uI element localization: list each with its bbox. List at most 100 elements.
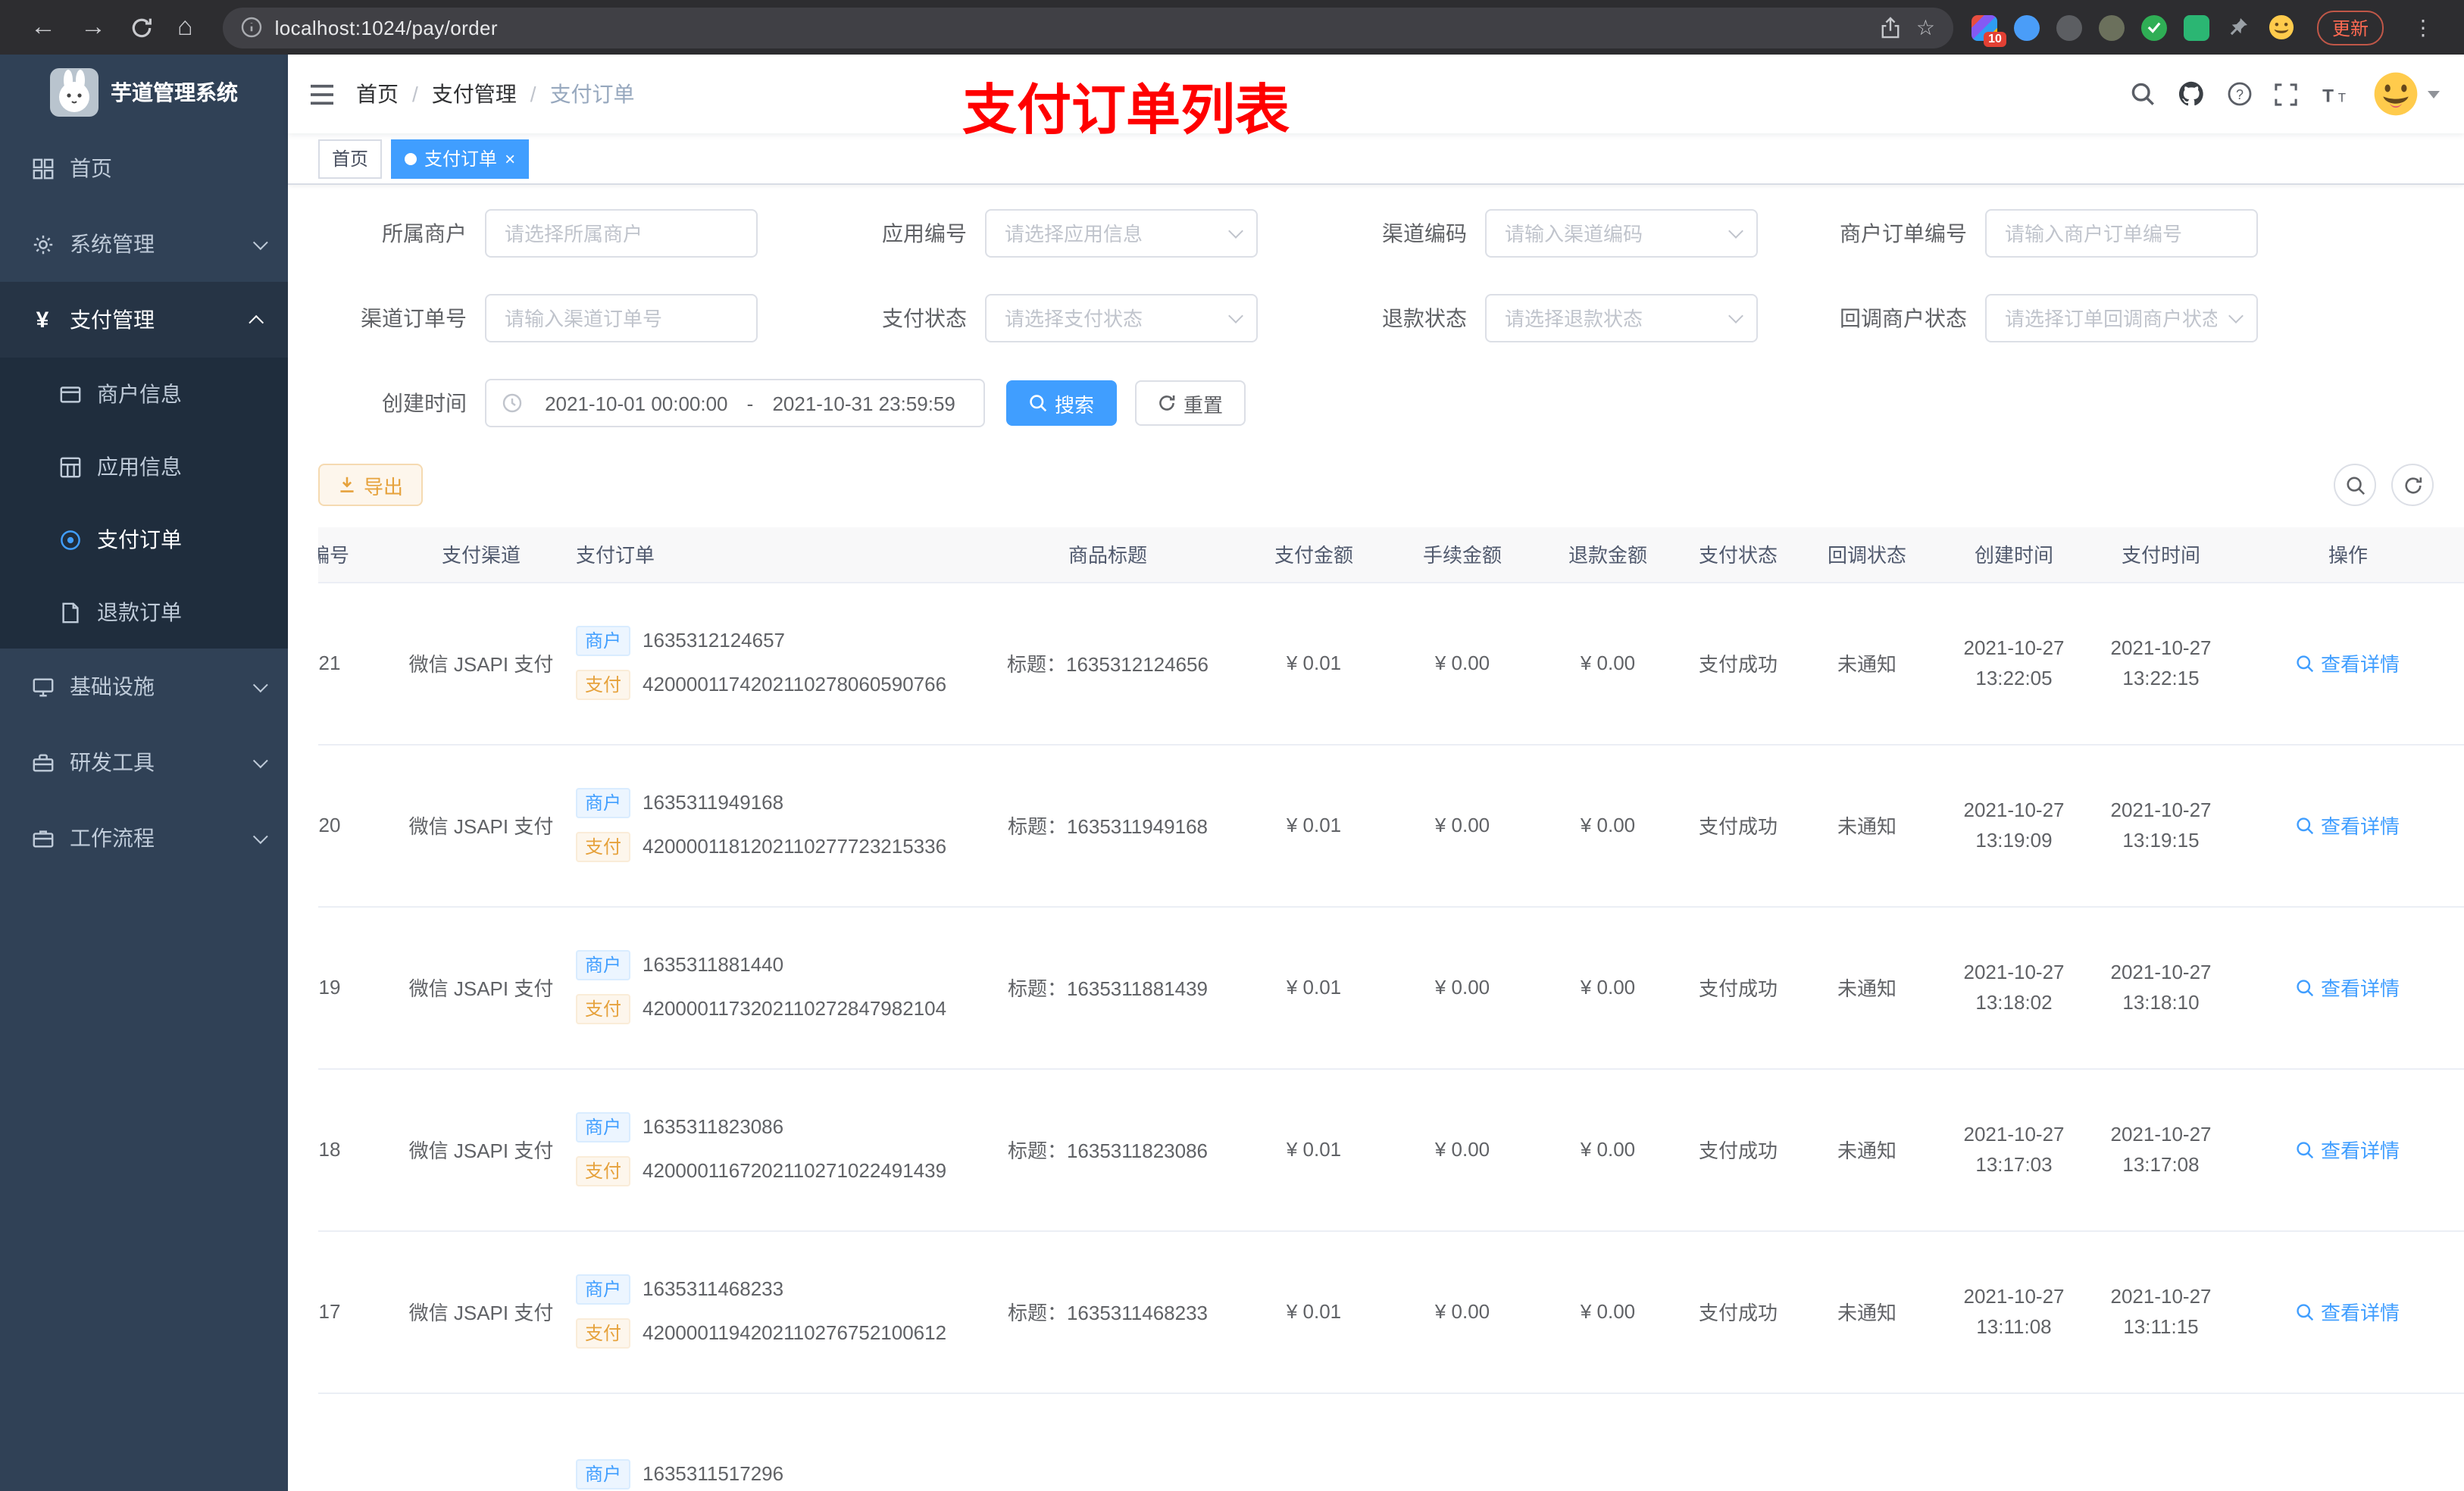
cell-notify: 未通知 — [1796, 744, 1938, 907]
col-id: 编号 — [318, 527, 402, 583]
cell-create-time — [1938, 1393, 2090, 1491]
cell-create-time: 2021-10-27 13:17:03 — [1938, 1068, 2090, 1231]
cell-pay-time: 2021-10-27 13:11:15 — [2090, 1230, 2232, 1393]
refund-status-select[interactable] — [1485, 294, 1758, 342]
extension-check-icon[interactable] — [2140, 14, 2167, 40]
cell-order: 商户 1635311823086 支付 4200001167202110271022… — [561, 1068, 977, 1231]
profile-emoji-icon[interactable] — [2269, 14, 2294, 40]
cell-amount: ¥ 0.01 — [1238, 1230, 1390, 1393]
github-icon[interactable] — [2178, 80, 2205, 108]
sidebar-item-payment[interactable]: ¥ 支付管理 — [0, 282, 288, 358]
search-icon — [1030, 395, 1047, 412]
export-button[interactable]: 导出 — [318, 464, 424, 506]
cell-actions: 查看详情 — [2232, 1230, 2464, 1393]
sidebar-item-pay-order[interactable]: 支付订单 — [0, 503, 288, 576]
font-size-icon[interactable]: TT — [2320, 83, 2350, 105]
filter-row-2: 渠道订单号 支付状态 退款状态 — [318, 294, 2464, 342]
extension-colorful-icon[interactable]: 10 — [1971, 14, 2006, 46]
bookmark-star-icon[interactable]: ☆ — [1916, 14, 1935, 40]
sidebar-item-home[interactable]: 首页 — [0, 130, 288, 206]
browser-back-button[interactable]: ← — [18, 0, 68, 55]
sidebar-item-workflow[interactable]: 工作流程 — [0, 800, 288, 876]
browser-reload-button[interactable] — [118, 0, 165, 55]
notify-status-select[interactable] — [1985, 294, 2258, 342]
channel-order-no-label: 渠道订单号 — [361, 306, 467, 330]
pay-status-control — [985, 294, 1258, 342]
sidebar-item-refund-order[interactable]: 退款订单 — [0, 576, 288, 649]
view-detail-link[interactable]: 查看详情 — [2297, 649, 2400, 677]
browser-home-button[interactable]: ⌂ — [165, 0, 205, 55]
view-detail-link[interactable]: 查看详情 — [2297, 811, 2400, 839]
fullscreen-icon[interactable] — [2275, 83, 2297, 105]
cell-channel: 微信 JSAPI 支付 — [402, 1230, 561, 1393]
breadcrumb-section[interactable]: 支付管理 — [432, 79, 517, 109]
owner-merchant-input[interactable] — [485, 209, 758, 258]
chevron-down-icon — [252, 752, 268, 768]
tab-pay-order[interactable]: 支付订单 × — [391, 139, 530, 178]
refund-status-label: 退款状态 — [1382, 306, 1467, 330]
breadcrumb: 首页 / 支付管理 / 支付订单 — [356, 79, 635, 109]
browser-menu-button[interactable]: ⋮ — [2400, 14, 2440, 40]
sidebar-item-dev-tools[interactable]: 研发工具 — [0, 724, 288, 800]
user-avatar-menu[interactable] — [2373, 71, 2440, 117]
sidebar-item-app-info[interactable]: 应用信息 — [0, 430, 288, 503]
svg-text:?: ? — [2236, 87, 2244, 102]
tab-home[interactable]: 首页 — [318, 139, 383, 178]
pin-icon[interactable] — [2226, 14, 2252, 40]
sidebar-item-infra[interactable]: 基础设施 — [0, 649, 288, 724]
cell-actions — [2232, 1393, 2464, 1491]
document-icon — [58, 601, 82, 624]
merchant-order-no: 1635311949168 — [643, 791, 784, 814]
merchant-tag: 商户 — [576, 1274, 631, 1305]
briefcase-icon — [30, 827, 55, 849]
cell-status: 支付成功 — [1681, 1068, 1796, 1231]
extension-chat-icon[interactable] — [2183, 14, 2209, 40]
browser-update-button[interactable]: 更新 — [2316, 10, 2384, 45]
browser-forward-button[interactable]: → — [68, 0, 118, 55]
view-detail-link[interactable]: 查看详情 — [2297, 1297, 2400, 1326]
view-detail-link[interactable]: 查看详情 — [2297, 973, 2400, 1002]
create-time-range-picker[interactable]: 2021-10-01 00:00:00 - 2021-10-31 23:59:5… — [485, 379, 985, 427]
toggle-search-button[interactable] — [2334, 464, 2376, 506]
date-end-value: 2021-10-31 23:59:59 — [772, 392, 955, 414]
merchant-order-no-input[interactable] — [1985, 209, 2258, 258]
sidebar-item-merchant-info[interactable]: 商户信息 — [0, 358, 288, 430]
cell-channel: 微信 JSAPI 支付 — [402, 1068, 561, 1231]
breadcrumb-home[interactable]: 首页 — [356, 79, 399, 109]
col-refund: 退款金额 — [1535, 527, 1681, 583]
cell-create-time: 2021-10-27 13:11:08 — [1938, 1230, 2090, 1393]
cell-notify: 未通知 — [1796, 582, 1938, 745]
pay-tag: 支付 — [576, 832, 631, 862]
cell-fee: ¥ 0.00 — [1390, 906, 1535, 1069]
app-logo-row[interactable]: 芋道管理系统 — [0, 55, 288, 130]
refresh-table-button[interactable] — [2391, 464, 2434, 506]
channel-code-select[interactable] — [1485, 209, 1758, 258]
address-bar[interactable]: localhost:1024/pay/order ☆ — [223, 7, 1953, 48]
reset-button[interactable]: 重置 — [1135, 380, 1246, 426]
search-button[interactable]: 搜索 — [1006, 380, 1118, 426]
help-icon[interactable]: ? — [2228, 82, 2252, 106]
cell-title: 标题：1635311949168 — [977, 744, 1238, 907]
top-navbar: 首页 / 支付管理 / 支付订单 支付订单列表 ? T T — [288, 55, 2464, 141]
cell-fee — [1390, 1393, 1535, 1491]
cell-status: 支付成功 — [1681, 906, 1796, 1069]
extension-gray-icon[interactable] — [2056, 14, 2082, 40]
table-row: 商户 1635311517296 — [318, 1393, 2464, 1491]
pay-status-select[interactable] — [985, 294, 1258, 342]
search-icon — [2346, 476, 2365, 495]
hamburger-icon[interactable] — [288, 55, 356, 133]
view-detail-link[interactable]: 查看详情 — [2297, 1135, 2400, 1164]
close-icon[interactable]: × — [505, 140, 515, 177]
channel-code-control — [1485, 209, 1758, 258]
extension-blue-icon[interactable] — [2013, 14, 2040, 40]
sidebar-item-system[interactable]: 系统管理 — [0, 206, 288, 282]
cell-pay-time: 2021-10-27 13:22:15 — [2090, 582, 2232, 745]
search-icon[interactable] — [2131, 82, 2155, 106]
cell-id: 19 — [318, 906, 402, 1069]
share-icon[interactable] — [1881, 16, 1901, 39]
search-icon — [2297, 1141, 2315, 1158]
app-id-select[interactable] — [985, 209, 1258, 258]
site-info-icon[interactable] — [242, 17, 263, 38]
extension-olive-icon[interactable] — [2098, 14, 2125, 40]
channel-order-no-input[interactable] — [485, 294, 758, 342]
